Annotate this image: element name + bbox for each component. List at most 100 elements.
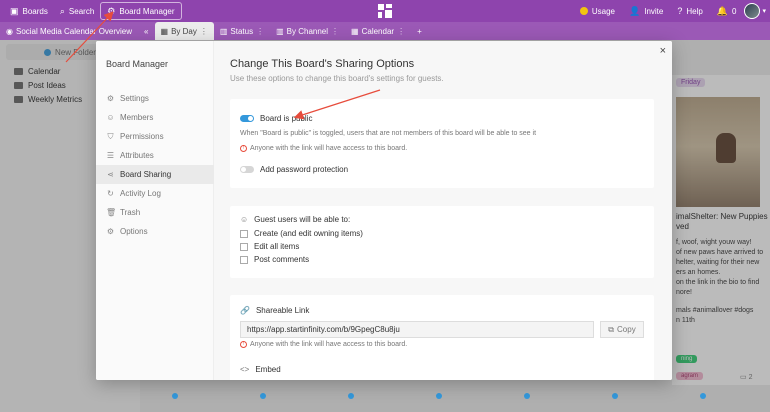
users-icon: ☺ <box>240 215 249 224</box>
tab-label: By Day <box>171 26 197 36</box>
gear-icon: ⚙ <box>106 94 115 103</box>
search-button[interactable]: ⌕ Search <box>54 2 100 20</box>
invite-label: Invite <box>644 6 664 16</box>
calendar-icon: ▦ <box>160 26 169 36</box>
add-item-button[interactable] <box>700 393 706 399</box>
more-icon[interactable]: ⋮ <box>200 27 208 36</box>
add-item-button[interactable] <box>524 393 530 399</box>
nav-label: Settings <box>120 94 149 103</box>
trash-icon: 🗑 <box>106 208 117 217</box>
avatar[interactable] <box>744 3 761 19</box>
add-item-button[interactable] <box>172 393 178 399</box>
nav-item-trash[interactable]: 🗑 Trash <box>96 203 214 222</box>
link-warning-text: Anyone with the link will have access to… <box>250 341 408 348</box>
shield-icon: ⛉ <box>107 131 114 141</box>
bell-icon: 🔔 <box>716 5 729 16</box>
calendar-icon: ▦ <box>351 26 359 36</box>
eye-icon: ◉ <box>6 26 13 36</box>
guest-permissions-panel: ☺ Guest users will be able to: Create (a… <box>230 206 654 278</box>
close-icon[interactable]: × <box>660 45 666 57</box>
board-icon: ▥ <box>219 26 228 36</box>
more-icon[interactable]: ⋮ <box>397 27 405 36</box>
usage-icon <box>579 7 588 15</box>
tab-status[interactable]: ▥ Status ⋮ <box>214 22 270 40</box>
nav-item-board-sharing[interactable]: ⋖ Board Sharing <box>96 165 214 184</box>
nav-item-permissions[interactable]: ⛉ Permissions <box>96 127 214 146</box>
top-bar: ▣ Boards ⌕ Search ⚙ Board Manager Usage … <box>0 0 770 22</box>
guest-option-edit[interactable]: Edit all items <box>240 242 299 251</box>
tab-label: Calendar <box>361 26 395 36</box>
app-logo[interactable] <box>376 2 394 20</box>
tab-by-channel[interactable]: ▥ By Channel ⋮ <box>270 22 345 40</box>
shareable-link-field[interactable]: https://app.startinfinity.com/b/9GpegC8u… <box>240 321 594 338</box>
password-row: Add password protection <box>240 165 348 174</box>
usage-button[interactable]: Usage <box>574 2 621 20</box>
boards-icon: ▣ <box>10 5 19 16</box>
users-icon: ☺ <box>106 113 115 122</box>
option-label: Post comments <box>254 255 310 264</box>
nav-item-activity-log[interactable]: ↻ Activity Log <box>96 184 214 203</box>
notifications-count: 0 <box>732 6 737 16</box>
option-label: Create (and edit owning items) <box>254 229 363 238</box>
chevron-down-icon[interactable]: ▾ <box>762 7 766 15</box>
nav-label: Attributes <box>120 151 154 160</box>
nav-label: Options <box>120 227 148 236</box>
password-label: Add password protection <box>260 165 349 174</box>
add-item-button[interactable] <box>612 393 618 399</box>
workspace-name: Social Media Calendar Overview <box>15 26 133 36</box>
create-checkbox[interactable] <box>240 229 248 238</box>
public-warning: ! Anyone with the link will have access … <box>240 145 407 152</box>
add-item-button[interactable] <box>348 393 354 399</box>
guest-option-comments[interactable]: Post comments <box>240 255 309 264</box>
nav-item-settings[interactable]: ⚙ Settings <box>96 89 214 108</box>
modal-nav: ⚙ Settings ☺ Members ⛉ Permissions ☰ Att… <box>96 89 214 241</box>
more-icon[interactable]: ⋮ <box>331 27 339 36</box>
boards-label: Boards <box>22 6 48 16</box>
modal-sidebar: Board Manager ⚙ Settings ☺ Members ⛉ Per… <box>96 41 214 380</box>
tab-calendar[interactable]: ▦ Calendar ⋮ <box>345 22 411 40</box>
add-item-button[interactable] <box>436 393 442 399</box>
board-manager-button[interactable]: ⚙ Board Manager <box>100 2 182 20</box>
view-tab-bar: ◉ Social Media Calendar Overview « ▦ By … <box>0 22 770 40</box>
search-label: Search <box>68 6 95 16</box>
guest-heading: Guest users will be able to: <box>254 215 351 224</box>
help-label: Help <box>686 6 703 16</box>
public-settings-panel: Board is public When "Board is public" i… <box>230 99 654 188</box>
edit-checkbox[interactable] <box>240 242 248 251</box>
board-public-description: When "Board is public" is toggled, users… <box>240 130 537 137</box>
tab-by-day[interactable]: ▦ By Day ⋮ <box>154 22 214 40</box>
share-icon: ⋖ <box>107 170 114 179</box>
add-view-button[interactable]: + <box>411 22 428 40</box>
board-icon: ▥ <box>276 26 284 36</box>
modal-content: × Change This Board's Sharing Options Us… <box>214 41 672 380</box>
comments-checkbox[interactable] <box>240 255 248 264</box>
invite-button[interactable]: 👤 Invite <box>623 2 669 20</box>
nav-item-members[interactable]: ☺ Members <box>96 108 214 127</box>
board-public-toggle[interactable] <box>240 115 254 122</box>
password-toggle[interactable] <box>240 166 254 173</box>
plus-icon: + <box>417 26 422 36</box>
activity-icon: ↻ <box>107 189 114 198</box>
embed-row[interactable]: <> Embed <box>240 365 281 374</box>
collapse-button[interactable]: « <box>138 22 154 40</box>
modal-subtitle: Use these options to change this board's… <box>230 74 444 83</box>
usage-label: Usage <box>591 6 615 16</box>
nav-label: Members <box>120 113 154 122</box>
board-public-row: Board is public <box>240 114 312 123</box>
shareable-link-panel: 🔗 Shareable Link https://app.startinfini… <box>230 295 654 380</box>
nav-label: Board Sharing <box>120 170 172 179</box>
gear-icon: ⚙ <box>107 5 116 16</box>
code-icon: <> <box>240 365 250 374</box>
guest-option-create[interactable]: Create (and edit owning items) <box>240 229 363 238</box>
copy-button[interactable]: ⧉ Copy <box>600 321 644 338</box>
board-public-label: Board is public <box>260 114 313 123</box>
add-item-button[interactable] <box>260 393 266 399</box>
workspace-tab[interactable]: ◉ Social Media Calendar Overview <box>0 22 138 40</box>
nav-item-attributes[interactable]: ☰ Attributes <box>96 146 214 165</box>
notifications-button[interactable]: 🔔 0 <box>711 2 743 20</box>
nav-item-options[interactable]: ⚙ Options <box>96 222 214 241</box>
more-icon[interactable]: ⋮ <box>256 27 264 36</box>
list-icon: ☰ <box>106 151 115 160</box>
boards-button[interactable]: ▣ Boards <box>4 2 54 20</box>
help-button[interactable]: ? Help <box>671 2 708 20</box>
